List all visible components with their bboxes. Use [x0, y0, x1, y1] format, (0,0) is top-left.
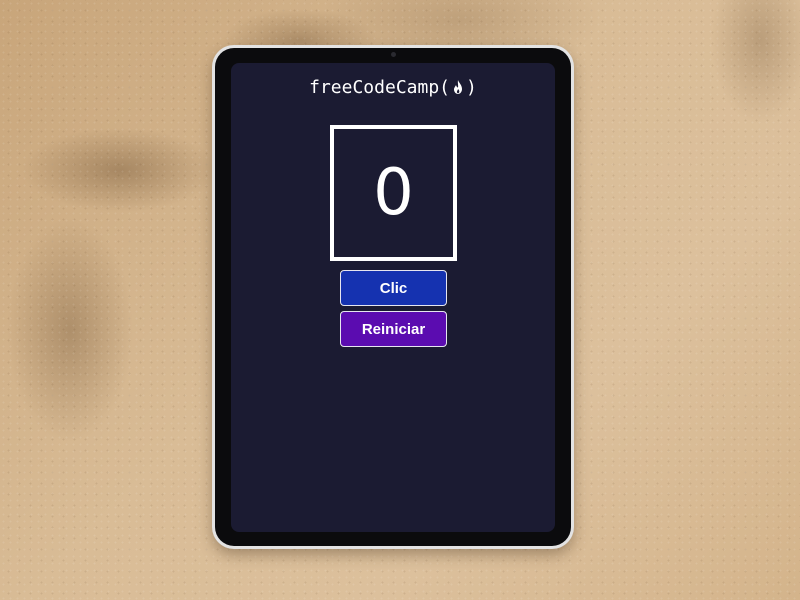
reset-button[interactable]: Reiniciar — [340, 311, 447, 347]
fire-icon — [454, 80, 463, 94]
counter-value: 0 — [373, 156, 414, 230]
front-camera — [391, 52, 396, 57]
app-screen: freeCodeCamp( ) 0 Clic Reiniciar — [231, 63, 555, 532]
tablet-bezel: freeCodeCamp( ) 0 Clic Reiniciar — [215, 48, 571, 546]
tablet-device: freeCodeCamp( ) 0 Clic Reiniciar — [212, 45, 574, 549]
click-button[interactable]: Clic — [340, 270, 447, 306]
brand-text-end: ) — [466, 77, 477, 98]
reset-button-label: Reiniciar — [361, 320, 426, 338]
brand-text: freeCodeCamp( — [309, 77, 451, 98]
counter-display: 0 — [330, 125, 457, 261]
brand-logo: freeCodeCamp( ) — [231, 77, 555, 98]
click-button-label: Clic — [379, 279, 408, 297]
